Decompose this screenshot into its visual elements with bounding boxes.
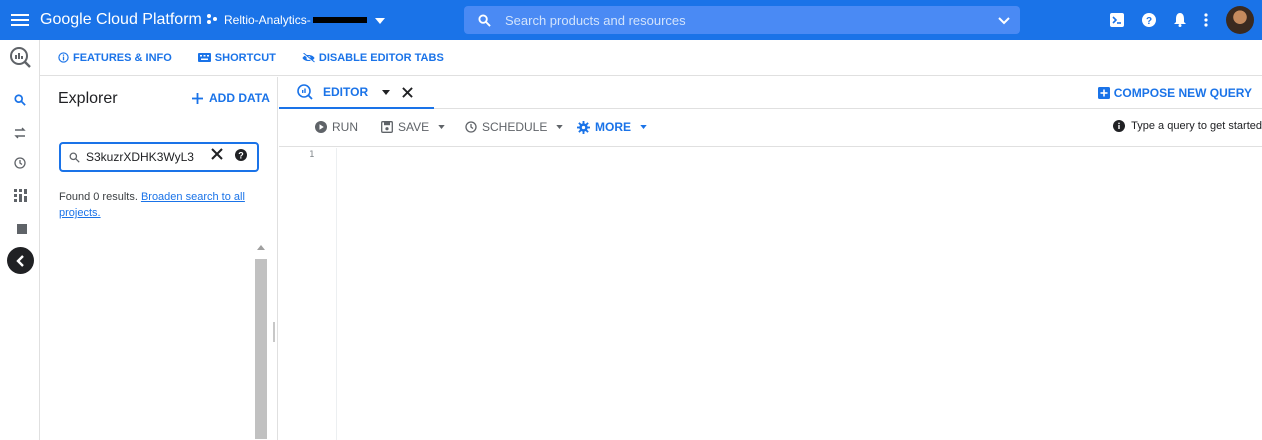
search-results-message: Found 0 results. Broaden search to all p…: [59, 189, 259, 221]
action-bar: FEATURES & INFO SHORTCUT DISABLE EDITOR …: [40, 40, 1262, 76]
run-button[interactable]: RUN: [315, 120, 358, 134]
cloud-shell-icon[interactable]: [1110, 13, 1124, 27]
keyboard-icon: [197, 53, 211, 62]
tab-editor-label: EDITOR: [323, 85, 369, 99]
compose-new-query-label: COMPOSE NEW QUERY: [1113, 86, 1252, 100]
menu-icon[interactable]: [0, 13, 40, 27]
hint-text: Type a query to get started: [1131, 120, 1262, 132]
search-icon[interactable]: [0, 85, 40, 115]
chevron-down-icon: [640, 125, 647, 129]
run-label: RUN: [332, 120, 358, 134]
project-icon: [206, 13, 218, 28]
explorer-scrollbar[interactable]: [253, 239, 269, 439]
features-info-button[interactable]: FEATURES & INFO: [58, 52, 172, 64]
info-icon: [58, 52, 69, 63]
save-label: SAVE: [398, 120, 430, 134]
close-icon[interactable]: [402, 86, 413, 98]
results-text: Found 0 results.: [59, 191, 138, 203]
scrollbar-thumb[interactable]: [255, 259, 267, 439]
add-box-icon: [1097, 87, 1110, 99]
visibility-off-icon: [302, 52, 315, 63]
scroll-up-arrow-icon[interactable]: [257, 245, 265, 250]
shortcut-label: SHORTCUT: [214, 51, 276, 64]
project-selector[interactable]: Reltio-Analytics-: [206, 13, 385, 28]
plus-icon: [192, 92, 203, 104]
shortcut-button[interactable]: SHORTCUT: [197, 51, 276, 64]
panel-resize-handle[interactable]: [273, 322, 275, 342]
svg-text:?: ?: [238, 151, 244, 161]
search-icon: [69, 152, 80, 163]
save-icon: [381, 121, 393, 133]
search-icon: [478, 13, 491, 27]
add-data-label: ADD DATA: [209, 91, 270, 105]
disable-editor-tabs-label: DISABLE EDITOR TABS: [318, 51, 444, 64]
chevron-down-icon: [374, 13, 385, 27]
help-icon[interactable]: ?: [1142, 13, 1156, 27]
gear-icon: [577, 120, 590, 134]
schedule-button[interactable]: SCHEDULE: [465, 120, 564, 134]
save-button[interactable]: SAVE: [381, 120, 445, 134]
line-number: 1: [309, 150, 315, 160]
tab-editor[interactable]: EDITOR: [279, 77, 434, 109]
editor-tabs: EDITOR COMPOSE NEW QUERY: [279, 77, 1262, 109]
more-label: MORE: [595, 120, 631, 134]
explorer-search-input[interactable]: S3kuzrXDHK3WyL3 ?: [59, 142, 259, 172]
line-number-gutter: 1: [279, 148, 337, 440]
chevron-down-icon[interactable]: [382, 89, 391, 95]
notifications-icon[interactable]: [1174, 13, 1186, 27]
schedule-label: SCHEDULE: [482, 120, 548, 134]
info-filled-icon: [1113, 120, 1126, 132]
editor-toolbar: RUN SAVE SCHEDULE MORE Type a query to g…: [279, 110, 1262, 147]
left-rail: [0, 40, 40, 440]
collapse-chevron-left-icon[interactable]: [7, 247, 34, 274]
dashboard-icon[interactable]: [0, 180, 40, 210]
svg-text:?: ?: [1146, 16, 1152, 27]
close-icon[interactable]: [211, 148, 223, 160]
history-icon[interactable]: [0, 148, 40, 178]
redacted-text: [312, 17, 367, 23]
chevron-down-icon[interactable]: [998, 17, 1010, 25]
search-input-value[interactable]: S3kuzrXDHK3WyL3: [86, 150, 194, 164]
search-bar[interactable]: Search products and resources: [464, 6, 1020, 34]
clock-icon: [465, 121, 477, 133]
features-info-label: FEATURES & INFO: [73, 51, 172, 64]
play-icon: [315, 121, 327, 133]
explorer-title: Explorer: [58, 90, 118, 107]
chevron-down-icon: [438, 125, 445, 129]
top-icons: ?: [1110, 0, 1254, 40]
explorer-panel: Explorer ADD DATA S3kuzrXDHK3WyL3 ? Foun…: [40, 77, 278, 440]
disable-editor-tabs-button[interactable]: DISABLE EDITOR TABS: [302, 52, 444, 64]
query-icon: [297, 84, 313, 100]
project-name: Reltio-Analytics-: [224, 13, 311, 27]
chevron-down-icon: [556, 125, 564, 129]
search-placeholder: Search products and resources: [505, 12, 686, 28]
more-vert-icon[interactable]: [1204, 13, 1208, 27]
top-app-bar: Google Cloud Platform Reltio-Analytics- …: [0, 0, 1262, 40]
compose-new-query-button[interactable]: COMPOSE NEW QUERY: [1097, 86, 1252, 100]
help-icon[interactable]: ?: [235, 149, 247, 161]
bigquery-logo-icon[interactable]: [0, 42, 40, 72]
transfers-icon[interactable]: [0, 118, 40, 148]
add-data-button[interactable]: ADD DATA: [192, 91, 270, 105]
editor-area: EDITOR COMPOSE NEW QUERY RUN SAVE SCHEDU…: [279, 77, 1262, 440]
avatar[interactable]: [1226, 6, 1254, 34]
more-button[interactable]: MORE: [577, 120, 647, 134]
query-hint: Type a query to get started: [1113, 120, 1262, 132]
app-title[interactable]: Google Cloud Platform: [40, 11, 206, 29]
document-icon[interactable]: [2, 214, 42, 244]
query-editor-textarea[interactable]: [338, 148, 1262, 440]
